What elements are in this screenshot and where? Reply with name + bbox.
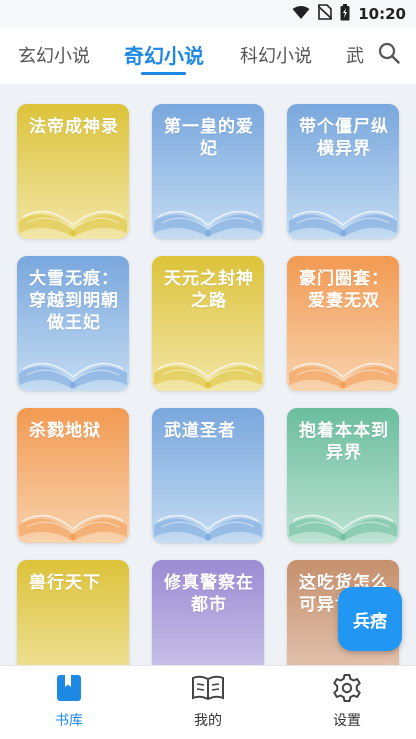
- open-book-icon: [191, 675, 225, 706]
- book-illustration: [289, 362, 397, 389]
- book-illustration: [289, 514, 397, 541]
- bottom-navigation: 书库 我的 设置: [0, 665, 416, 739]
- book-illustration: [19, 210, 127, 237]
- book-illustration: [152, 637, 264, 665]
- book-title: 大雪无痕：穿越到明朝做王妃: [29, 269, 119, 333]
- book-card[interactable]: 豪门圈套：爱妻无双: [287, 256, 399, 391]
- book-illustration: [154, 362, 262, 389]
- book-title: 杀戮地狱: [29, 421, 101, 441]
- book-card[interactable]: 天元之封神之路: [152, 256, 264, 391]
- book-illustration: [289, 210, 397, 237]
- status-time: 10:20: [358, 5, 406, 23]
- book-card[interactable]: 抱着本本到异界: [287, 408, 399, 543]
- book-title: 豪门圈套：爱妻无双: [299, 269, 389, 311]
- nav-label: 书库: [55, 713, 83, 729]
- book-title: 法帝成神录: [29, 117, 119, 137]
- book-card[interactable]: 兽行天下: [17, 560, 129, 665]
- book-card[interactable]: 修真警察在都市: [152, 560, 264, 665]
- tab-kehuan[interactable]: 科幻小说: [240, 42, 312, 68]
- book-card[interactable]: 第一皇的爱妃: [152, 104, 264, 239]
- book-card[interactable]: 武道圣者: [152, 408, 264, 543]
- book-title: 第一皇的爱妃: [164, 117, 254, 159]
- bookmark-icon: [56, 675, 82, 706]
- wifi-icon: [292, 5, 310, 24]
- tab-xuanhuan[interactable]: 玄幻小说: [18, 42, 90, 68]
- book-title: 抱着本本到异界: [299, 421, 389, 463]
- book-illustration: [19, 514, 127, 541]
- search-button[interactable]: [374, 40, 404, 70]
- nav-label: 我的: [194, 713, 222, 729]
- book-title: 修真警察在都市: [164, 573, 254, 615]
- book-card[interactable]: 法帝成神录: [17, 104, 129, 239]
- active-tab-indicator: [141, 72, 186, 75]
- tab-qihuan[interactable]: 奇幻小说: [124, 40, 204, 69]
- book-title: 天元之封神之路: [164, 269, 254, 311]
- floating-action-button[interactable]: 兵痞: [338, 587, 402, 651]
- nav-item-library[interactable]: 书库: [29, 674, 109, 730]
- nav-label: 设置: [333, 713, 361, 729]
- book-title: 带个僵尸纵横异界: [299, 117, 389, 159]
- nav-item-settings[interactable]: 设置: [307, 674, 387, 730]
- category-tabbar: 玄幻小说 奇幻小说 科幻小说 武: [0, 28, 416, 84]
- book-card[interactable]: 杀戮地狱: [17, 408, 129, 543]
- book-title: 武道圣者: [164, 421, 236, 441]
- status-bar: 10:20: [0, 0, 416, 28]
- book-card[interactable]: 带个僵尸纵横异界: [287, 104, 399, 239]
- no-sim-icon: [317, 4, 333, 24]
- book-grid: 法帝成神录 第一皇的爱妃 带个僵尸纵横异界 大雪无痕：穿越到明朝做王妃 天元之封…: [0, 92, 416, 665]
- tab-wuxia[interactable]: 武: [346, 42, 364, 68]
- gear-icon: [333, 674, 361, 706]
- book-illustration: [154, 210, 262, 237]
- book-illustration: [17, 637, 129, 665]
- book-title: 兽行天下: [29, 573, 101, 593]
- nav-item-mine[interactable]: 我的: [168, 674, 248, 730]
- search-icon: [378, 42, 400, 68]
- book-illustration: [154, 514, 262, 541]
- book-card[interactable]: 大雪无痕：穿越到明朝做王妃: [17, 256, 129, 391]
- book-illustration: [19, 362, 127, 389]
- battery-icon: [340, 3, 350, 25]
